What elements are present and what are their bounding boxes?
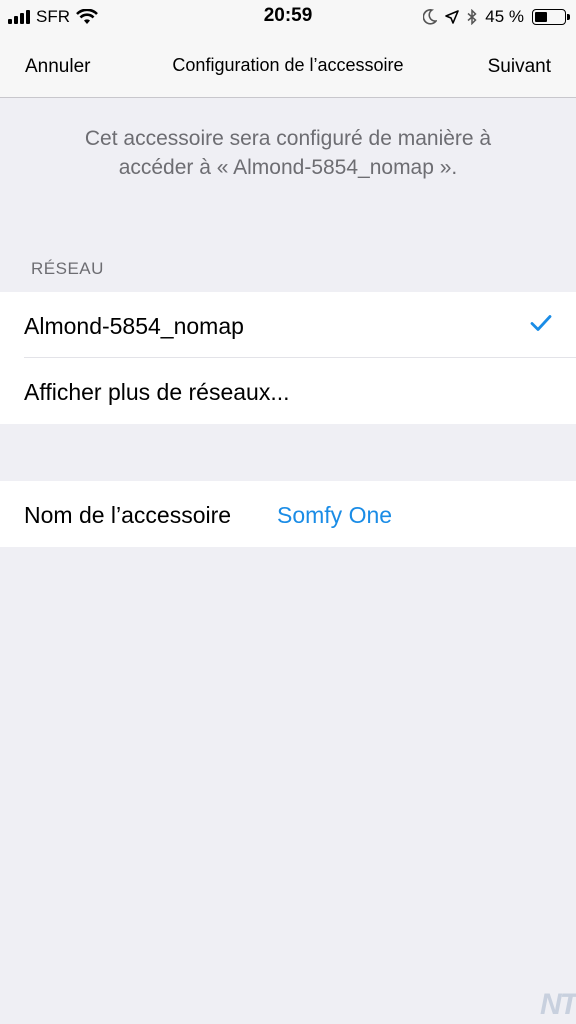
status-bar: SFR 20:59 45 % bbox=[0, 0, 576, 34]
configuration-description: Cet accessoire sera configuré de manière… bbox=[40, 124, 536, 182]
battery-fill bbox=[535, 12, 548, 22]
accessory-name-field[interactable]: Somfy One bbox=[277, 502, 392, 529]
watermark-logo: NT bbox=[540, 988, 576, 1021]
battery-icon bbox=[532, 9, 570, 25]
battery-percentage: 45 % bbox=[485, 7, 524, 26]
checkmark-icon bbox=[530, 315, 552, 331]
network-list: Almond-5854_nomap Afficher plus de résea… bbox=[0, 292, 576, 424]
accessory-name-row[interactable]: Nom de l’accessoire Somfy One bbox=[0, 481, 576, 547]
next-button[interactable]: Suivant bbox=[488, 56, 551, 78]
do-not-disturb-moon-icon bbox=[423, 9, 438, 25]
network-row-almond[interactable]: Almond-5854_nomap bbox=[0, 292, 576, 358]
description-line-1: Cet accessoire sera configuré de manière… bbox=[84, 127, 492, 150]
navigation-bar: Annuler Configuration de l’accessoire Su… bbox=[0, 34, 576, 98]
battery-nub bbox=[567, 14, 570, 20]
description-line-2: accéder à « Almond-5854_nomap ». bbox=[118, 156, 458, 179]
accessory-name-group: Nom de l’accessoire Somfy One bbox=[0, 481, 576, 547]
location-arrow-icon bbox=[445, 10, 460, 24]
accessory-name-label: Nom de l’accessoire bbox=[24, 502, 232, 528]
network-section-header: RÉSEAU bbox=[31, 259, 104, 278]
status-bar-right: 45 % bbox=[423, 6, 570, 28]
network-name: Almond-5854_nomap bbox=[24, 313, 244, 339]
show-more-networks-label: Afficher plus de réseaux... bbox=[24, 379, 290, 405]
show-more-networks-row[interactable]: Afficher plus de réseaux... bbox=[0, 358, 576, 424]
bluetooth-icon bbox=[467, 9, 477, 25]
